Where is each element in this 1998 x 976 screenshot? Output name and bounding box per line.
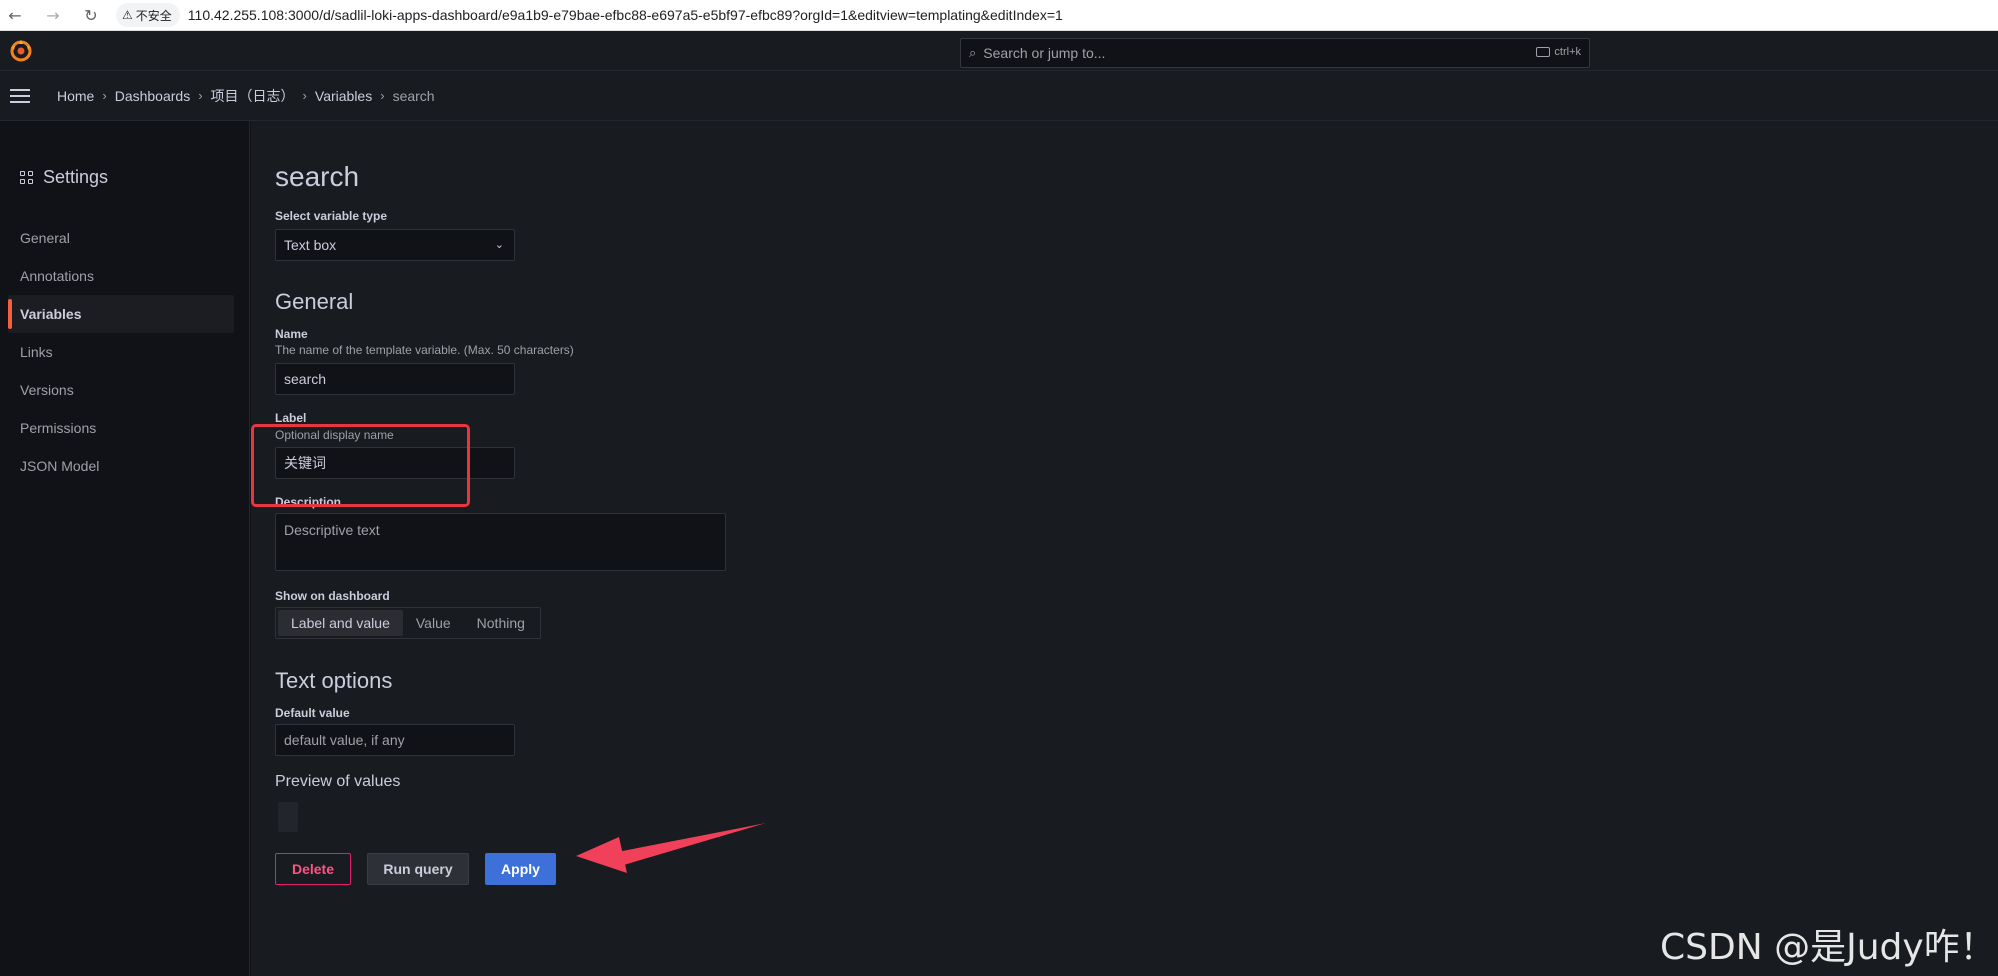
name-input[interactable]: search bbox=[275, 363, 515, 395]
preview-value-chip bbox=[278, 802, 298, 832]
warning-icon: ⚠ bbox=[122, 8, 133, 22]
search-placeholder: Search or jump to... bbox=[983, 45, 1106, 61]
option-value[interactable]: Value bbox=[403, 610, 464, 636]
shortcut-text: ctrl+k bbox=[1554, 46, 1581, 58]
highlight-box bbox=[251, 424, 470, 507]
chevron-right-icon: › bbox=[102, 88, 107, 103]
default-value-input[interactable]: default value, if any bbox=[275, 724, 515, 756]
reload-icon[interactable]: ↻ bbox=[80, 4, 102, 26]
description-textarea[interactable]: Descriptive text bbox=[275, 513, 726, 571]
chevron-right-icon: › bbox=[380, 88, 385, 103]
breadcrumb-home[interactable]: Home bbox=[57, 88, 94, 104]
search-bar[interactable]: ⌕ Search or jump to... ctrl+k bbox=[960, 38, 1590, 68]
chevron-down-icon: ⌄ bbox=[494, 238, 504, 251]
name-label: Name bbox=[275, 327, 308, 341]
name-description: The name of the template variable. (Max.… bbox=[275, 343, 574, 357]
option-nothing[interactable]: Nothing bbox=[464, 610, 538, 636]
url-text[interactable]: 110.42.255.108:3000/d/sadlil-loki-apps-d… bbox=[188, 7, 1063, 23]
general-section-title: General bbox=[275, 289, 354, 314]
breadcrumb-dashboard[interactable]: 项目（日志） bbox=[211, 86, 295, 106]
annotation-arrow-icon bbox=[576, 823, 766, 873]
sidebar-item-annotations[interactable]: Annotations bbox=[8, 257, 234, 295]
address-bar[interactable]: ⚠ 不安全 110.42.255.108:3000/d/sadlil-loki-… bbox=[116, 3, 1063, 27]
page-title: search bbox=[275, 161, 360, 192]
run-query-button[interactable]: Run query bbox=[367, 853, 469, 885]
sidebar-item-versions[interactable]: Versions bbox=[8, 371, 234, 409]
back-arrow-icon[interactable]: ← bbox=[4, 4, 26, 26]
browser-bar: ← → ↻ ⚠ 不安全 110.42.255.108:3000/d/sadlil… bbox=[0, 0, 1998, 31]
sidebar-item-permissions[interactable]: Permissions bbox=[8, 409, 234, 447]
variable-type-select[interactable]: Text box ⌄ bbox=[275, 229, 515, 261]
show-on-dashboard-radio: Label and value Value Nothing bbox=[275, 607, 541, 639]
sidebar-item-variables[interactable]: Variables bbox=[8, 295, 234, 333]
show-on-dashboard-label: Show on dashboard bbox=[275, 589, 390, 603]
breadcrumb-variables[interactable]: Variables bbox=[315, 88, 372, 104]
settings-title: Settings bbox=[43, 167, 109, 187]
delete-button[interactable]: Delete bbox=[275, 853, 351, 885]
insecure-label: 不安全 bbox=[135, 8, 172, 23]
option-label-and-value[interactable]: Label and value bbox=[278, 610, 403, 636]
breadcrumb-bar: Home › Dashboards › 项目（日志） › Variables ›… bbox=[0, 71, 1998, 121]
breadcrumb: Home › Dashboards › 项目（日志） › Variables ›… bbox=[57, 86, 435, 106]
variable-editor: search Select variable type Text box ⌄ G… bbox=[251, 121, 1998, 976]
breadcrumb-dashboards[interactable]: Dashboards bbox=[115, 88, 191, 104]
security-badge[interactable]: ⚠ 不安全 bbox=[116, 3, 180, 27]
default-value-label: Default value bbox=[275, 706, 350, 720]
watermark: CSDN @是Judy咋！ bbox=[1660, 927, 1996, 968]
keyboard-icon bbox=[1536, 47, 1551, 57]
settings-nav: General Annotations Variables Links Vers… bbox=[8, 219, 234, 485]
menu-icon[interactable] bbox=[10, 88, 30, 103]
text-options-title: Text options bbox=[275, 668, 393, 693]
forward-arrow-icon[interactable]: → bbox=[42, 4, 64, 26]
shortcut-hint: ctrl+k bbox=[1536, 46, 1581, 58]
settings-heading: Settings bbox=[20, 167, 108, 188]
variable-type-value: Text box bbox=[284, 237, 337, 253]
top-nav: ⌕ Search or jump to... ctrl+k bbox=[0, 31, 1998, 71]
breadcrumb-current: search bbox=[392, 87, 435, 104]
preview-title: Preview of values bbox=[275, 773, 401, 790]
apps-icon bbox=[20, 171, 33, 184]
settings-sidebar: Settings General Annotations Variables L… bbox=[0, 121, 250, 976]
sidebar-item-links[interactable]: Links bbox=[8, 333, 234, 371]
label-field-label: Label bbox=[275, 411, 307, 425]
grafana-logo-icon[interactable] bbox=[9, 39, 33, 63]
chevron-right-icon: › bbox=[302, 88, 307, 103]
sidebar-item-json-model[interactable]: JSON Model bbox=[8, 447, 234, 485]
sidebar-item-general[interactable]: General bbox=[8, 219, 234, 257]
apply-button[interactable]: Apply bbox=[485, 853, 556, 885]
chevron-right-icon: › bbox=[198, 88, 203, 103]
variable-type-label: Select variable type bbox=[275, 209, 388, 223]
search-icon: ⌕ bbox=[969, 45, 977, 61]
